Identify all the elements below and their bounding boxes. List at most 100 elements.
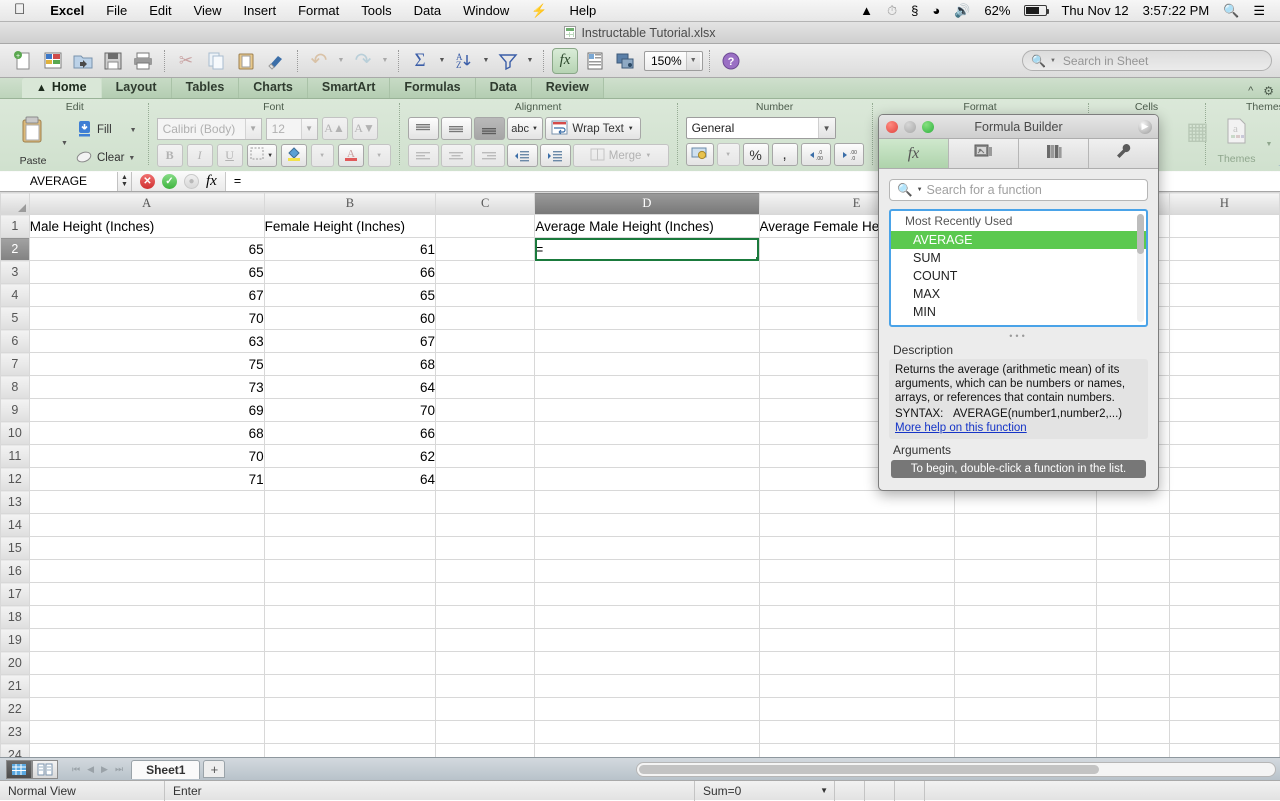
cell-E15[interactable] xyxy=(758,536,955,560)
cell-D11[interactable] xyxy=(534,444,760,468)
cell-D13[interactable] xyxy=(534,490,760,514)
cell-C24[interactable] xyxy=(435,743,536,757)
volume-icon[interactable]: 🔊 xyxy=(947,0,977,22)
cell-H6[interactable] xyxy=(1168,329,1280,353)
increase-decimal-button[interactable]: .00.0 xyxy=(833,143,864,166)
cell-H22[interactable] xyxy=(1168,697,1280,721)
cell-A13[interactable] xyxy=(28,490,265,514)
cell-C12[interactable] xyxy=(435,467,536,491)
cell-F21[interactable] xyxy=(953,674,1098,698)
function-list-scrollbar[interactable] xyxy=(1137,214,1144,322)
cell-C14[interactable] xyxy=(435,513,536,537)
print-icon[interactable] xyxy=(130,48,156,74)
cell-B13[interactable] xyxy=(263,490,437,514)
horizontal-scrollbar[interactable] xyxy=(636,761,1276,777)
cell-F13[interactable] xyxy=(953,490,1098,514)
cell-A16[interactable] xyxy=(28,559,265,583)
cell-H23[interactable] xyxy=(1168,720,1280,744)
cell-B16[interactable] xyxy=(263,559,437,583)
row-header-15[interactable]: 15 xyxy=(0,536,30,560)
formula-builder-help-icon[interactable]: ▶ xyxy=(1138,119,1152,134)
cell-G21[interactable] xyxy=(1096,674,1170,698)
cell-F20[interactable] xyxy=(953,651,1098,675)
help-button[interactable]: ? xyxy=(718,48,744,74)
cell-G17[interactable] xyxy=(1096,582,1170,606)
name-box-stepper[interactable]: ▲ ▼ xyxy=(118,171,132,191)
copy-icon[interactable] xyxy=(203,48,229,74)
row-header-23[interactable]: 23 xyxy=(0,720,30,744)
text-orientation-button[interactable]: abc ▼ xyxy=(506,117,543,140)
cell-H15[interactable] xyxy=(1168,536,1280,560)
function-item-sum[interactable]: SUM xyxy=(891,249,1146,267)
cell-D6[interactable] xyxy=(534,329,760,353)
cell-D7[interactable] xyxy=(534,352,760,376)
cell-D12[interactable] xyxy=(534,467,760,491)
fill-dropdown-arrow-icon[interactable]: ▼ xyxy=(130,127,137,134)
save-icon[interactable] xyxy=(100,48,126,74)
row-header-24[interactable]: 24 xyxy=(0,743,30,757)
ribbon-options-gear-icon[interactable]: ⚙ xyxy=(1263,84,1274,98)
sort-icon[interactable]: AZ xyxy=(451,48,477,74)
cell-F24[interactable] xyxy=(953,743,1098,757)
add-sheet-button[interactable]: + xyxy=(203,760,226,778)
row-header-1[interactable]: 1 xyxy=(0,214,30,238)
cell-E22[interactable] xyxy=(758,697,955,721)
column-header-b[interactable]: B xyxy=(263,192,437,215)
cell-E24[interactable] xyxy=(758,743,955,757)
dropbox-icon[interactable]: ▲ xyxy=(853,0,880,22)
cell-D14[interactable] xyxy=(534,513,760,537)
row-header-11[interactable]: 11 xyxy=(0,444,30,468)
cell-C18[interactable] xyxy=(435,605,536,629)
menu-item-data[interactable]: Data xyxy=(403,0,452,22)
cell-A15[interactable] xyxy=(28,536,265,560)
cell-D22[interactable] xyxy=(534,697,760,721)
cell-D18[interactable] xyxy=(534,605,760,629)
align-left-icon[interactable] xyxy=(407,144,439,167)
spotlight-search-icon[interactable]: 🔍 xyxy=(1216,0,1246,22)
cell-A4[interactable]: 67 xyxy=(28,283,265,307)
merge-button[interactable]: Merge ▼ xyxy=(572,144,669,167)
currency-dropdown[interactable]: ▼ xyxy=(716,143,740,166)
cell-C21[interactable] xyxy=(435,674,536,698)
cell-G19[interactable] xyxy=(1096,628,1170,652)
function-search-input[interactable]: 🔍 ▼ Search for a function xyxy=(889,179,1148,201)
row-header-4[interactable]: 4 xyxy=(0,283,30,307)
menu-item-file[interactable]: File xyxy=(95,0,138,22)
cell-G15[interactable] xyxy=(1096,536,1170,560)
cell-A17[interactable] xyxy=(28,582,265,606)
cell-C11[interactable] xyxy=(435,444,536,468)
cell-H18[interactable] xyxy=(1168,605,1280,629)
search-dropdown-arrow-icon[interactable]: ▼ xyxy=(1050,58,1056,64)
cell-E23[interactable] xyxy=(758,720,955,744)
cell-A3[interactable]: 65 xyxy=(28,260,265,284)
cell-H16[interactable] xyxy=(1168,559,1280,583)
fill-button[interactable]: Fill ▼ xyxy=(73,118,140,142)
cell-D16[interactable] xyxy=(534,559,760,583)
accept-formula-button[interactable]: ✓ xyxy=(162,173,177,189)
fill-color-button[interactable] xyxy=(280,144,307,167)
select-all-corner[interactable] xyxy=(0,192,30,215)
tab-media-browser[interactable] xyxy=(949,139,1019,168)
cell-D19[interactable] xyxy=(534,628,760,652)
grow-font-button[interactable]: A▲ xyxy=(321,117,348,140)
row-header-10[interactable]: 10 xyxy=(0,421,30,445)
cell-H24[interactable] xyxy=(1168,743,1280,757)
row-header-3[interactable]: 3 xyxy=(0,260,30,284)
menu-item-excel[interactable]: Excel xyxy=(39,0,95,22)
clear-dropdown-arrow-icon[interactable]: ▼ xyxy=(128,155,135,162)
cell-H14[interactable] xyxy=(1168,513,1280,537)
cell-B14[interactable] xyxy=(263,513,437,537)
cell-B6[interactable]: 67 xyxy=(263,329,437,353)
comma-format-button[interactable]: , xyxy=(771,143,798,166)
italic-button[interactable]: I xyxy=(186,144,213,167)
cell-D3[interactable] xyxy=(534,260,760,284)
row-header-20[interactable]: 20 xyxy=(0,651,30,675)
cell-G18[interactable] xyxy=(1096,605,1170,629)
toolbox-icon[interactable] xyxy=(582,48,608,74)
column-header-c[interactable]: C xyxy=(435,192,536,215)
template-gallery-icon[interactable] xyxy=(40,48,66,74)
nav-next-sheet-icon[interactable]: ▶ xyxy=(101,764,108,775)
cell-C23[interactable] xyxy=(435,720,536,744)
cell-B21[interactable] xyxy=(263,674,437,698)
cell-C7[interactable] xyxy=(435,352,536,376)
